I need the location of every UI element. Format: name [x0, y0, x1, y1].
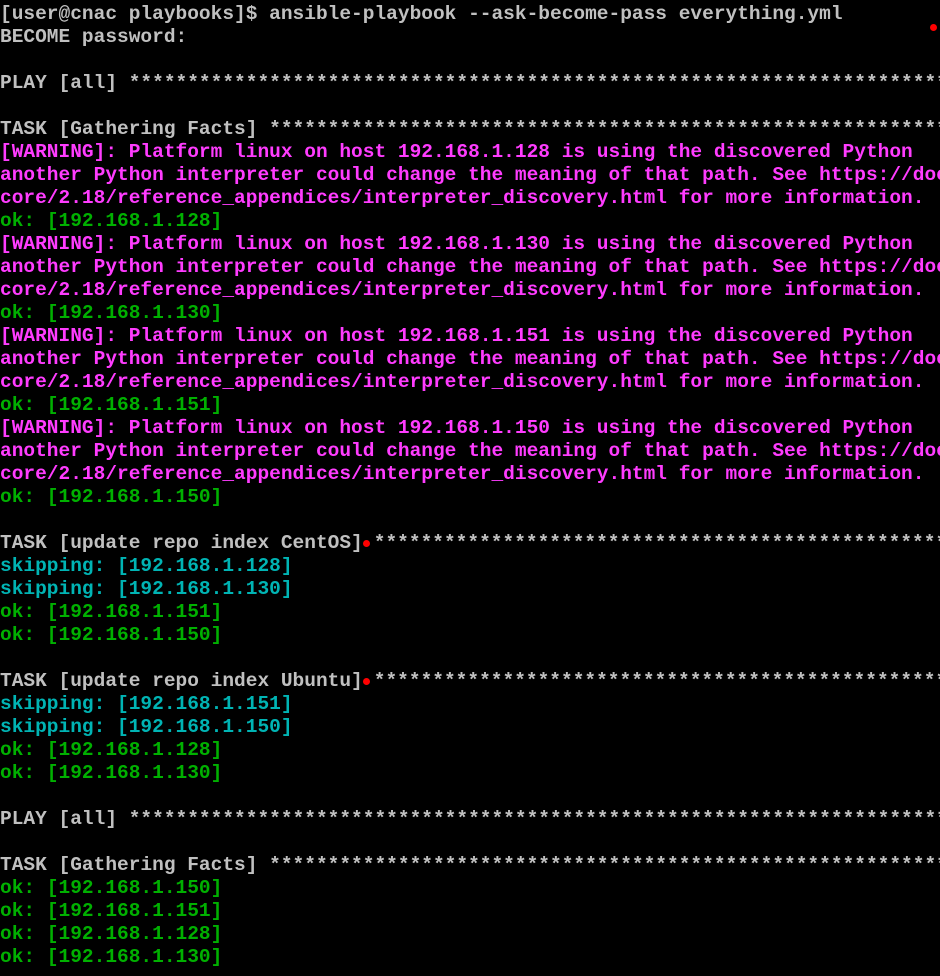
- terminal-line-text: ok: [192.168.1.130]: [0, 946, 223, 968]
- terminal-line-text: skipping: [192.168.1.128]: [0, 555, 293, 577]
- terminal-line-text: ok: [192.168.1.150]: [0, 877, 223, 899]
- terminal-line-text: ok: [192.168.1.130]: [0, 762, 223, 784]
- terminal-line-text: TASK [Gathering Facts] *****************…: [0, 118, 940, 140]
- terminal-line-text: another Python interpreter could change …: [0, 164, 940, 186]
- terminal-line: ok: [192.168.1.128]: [0, 739, 940, 762]
- terminal-line-text: ok: [192.168.1.150]: [0, 624, 223, 646]
- terminal-line-text: ok: [192.168.1.128]: [0, 210, 223, 232]
- terminal-line-text: TASK [Gathering Facts] *****************…: [0, 854, 940, 876]
- terminal-line: ok: [192.168.1.150]: [0, 877, 940, 900]
- marker-dot-icon: [362, 678, 370, 686]
- terminal-line-suffix: ****************************************…: [373, 670, 940, 692]
- terminal-line-text: [WARNING]: Platform linux on host 192.16…: [0, 325, 913, 347]
- terminal-line: another Python interpreter could change …: [0, 164, 940, 187]
- terminal-line: TASK [Gathering Facts] *****************…: [0, 854, 940, 877]
- terminal-line-text: core/2.18/reference_appendices/interpret…: [0, 279, 925, 301]
- terminal-output: [user@cnac playbooks]$ ansible-playbook …: [0, 3, 940, 969]
- terminal-line: another Python interpreter could change …: [0, 440, 940, 463]
- terminal-line-text: ok: [192.168.1.151]: [0, 601, 223, 623]
- terminal-line-text: [WARNING]: Platform linux on host 192.16…: [0, 233, 913, 255]
- terminal-line: skipping: [192.168.1.150]: [0, 716, 940, 739]
- terminal-line: core/2.18/reference_appendices/interpret…: [0, 463, 940, 486]
- terminal-line: PLAY [all] *****************************…: [0, 808, 940, 831]
- terminal-line: core/2.18/reference_appendices/interpret…: [0, 187, 940, 210]
- terminal-line-text: core/2.18/reference_appendices/interpret…: [0, 187, 925, 209]
- terminal-line-text: TASK [update repo index Ubuntu]: [0, 670, 363, 692]
- terminal-line: ok: [192.168.1.151]: [0, 900, 940, 923]
- terminal-line-text: BECOME password:: [0, 26, 188, 48]
- terminal-line-text: ok: [192.168.1.150]: [0, 486, 223, 508]
- terminal-line-text: core/2.18/reference_appendices/interpret…: [0, 463, 925, 485]
- terminal-line: [WARNING]: Platform linux on host 192.16…: [0, 233, 940, 256]
- terminal-line-text: skipping: [192.168.1.151]: [0, 693, 293, 715]
- terminal-line-text: ok: [192.168.1.130]: [0, 302, 223, 324]
- terminal-line: [WARNING]: Platform linux on host 192.16…: [0, 141, 940, 164]
- terminal-line: skipping: [192.168.1.128]: [0, 555, 940, 578]
- terminal-line-text: [WARNING]: Platform linux on host 192.16…: [0, 141, 913, 163]
- terminal-line: TASK [update repo index Ubuntu] *********…: [0, 670, 940, 693]
- terminal-line: core/2.18/reference_appendices/interpret…: [0, 279, 940, 302]
- terminal-line-text: PLAY [all] *****************************…: [0, 72, 940, 94]
- marker-dot-icon: [362, 540, 370, 548]
- terminal-line-text: [WARNING]: Platform linux on host 192.16…: [0, 417, 913, 439]
- terminal-line: ok: [192.168.1.130]: [0, 302, 940, 325]
- terminal-line: ok: [192.168.1.150]: [0, 624, 940, 647]
- terminal-line-text: ok: [192.168.1.151]: [0, 394, 223, 416]
- terminal-line-text: ok: [192.168.1.128]: [0, 923, 223, 945]
- terminal-line: PLAY [all] *****************************…: [0, 72, 940, 95]
- terminal-line-text: another Python interpreter could change …: [0, 348, 940, 370]
- terminal-line: ok: [192.168.1.151]: [0, 601, 940, 624]
- terminal-line-text: core/2.18/reference_appendices/interpret…: [0, 371, 925, 393]
- cursor-marker-icon: [930, 24, 937, 31]
- terminal-line-text: PLAY [all] *****************************…: [0, 808, 940, 830]
- terminal-line-text: TASK [update repo index CentOS]: [0, 532, 363, 554]
- terminal-line: ok: [192.168.1.128]: [0, 923, 940, 946]
- terminal-line: [WARNING]: Platform linux on host 192.16…: [0, 325, 940, 348]
- terminal-line: skipping: [192.168.1.151]: [0, 693, 940, 716]
- terminal-line-text: another Python interpreter could change …: [0, 440, 940, 462]
- terminal-line: ok: [192.168.1.151]: [0, 394, 940, 417]
- terminal-line: ok: [192.168.1.130]: [0, 946, 940, 969]
- terminal-line: another Python interpreter could change …: [0, 348, 940, 371]
- terminal-line: core/2.18/reference_appendices/interpret…: [0, 371, 940, 394]
- terminal-line: TASK [Gathering Facts] *****************…: [0, 118, 940, 141]
- terminal-line-text: skipping: [192.168.1.150]: [0, 716, 293, 738]
- terminal-line: BECOME password:: [0, 26, 940, 49]
- terminal-line-text: [user@cnac playbooks]$ ansible-playbook …: [0, 3, 843, 25]
- terminal-line: [WARNING]: Platform linux on host 192.16…: [0, 417, 940, 440]
- terminal-line: TASK [update repo index CentOS] *********…: [0, 532, 940, 555]
- terminal-line: another Python interpreter could change …: [0, 256, 940, 279]
- terminal-window[interactable]: [user@cnac playbooks]$ ansible-playbook …: [0, 0, 940, 976]
- terminal-line: ok: [192.168.1.150]: [0, 486, 940, 509]
- terminal-line: ok: [192.168.1.130]: [0, 762, 940, 785]
- terminal-line-text: ok: [192.168.1.151]: [0, 900, 223, 922]
- terminal-line-suffix: ****************************************…: [373, 532, 940, 554]
- terminal-line: skipping: [192.168.1.130]: [0, 578, 940, 601]
- terminal-line-text: skipping: [192.168.1.130]: [0, 578, 293, 600]
- terminal-line: [user@cnac playbooks]$ ansible-playbook …: [0, 3, 940, 26]
- terminal-line-text: ok: [192.168.1.128]: [0, 739, 223, 761]
- terminal-line-text: another Python interpreter could change …: [0, 256, 940, 278]
- terminal-line: ok: [192.168.1.128]: [0, 210, 940, 233]
